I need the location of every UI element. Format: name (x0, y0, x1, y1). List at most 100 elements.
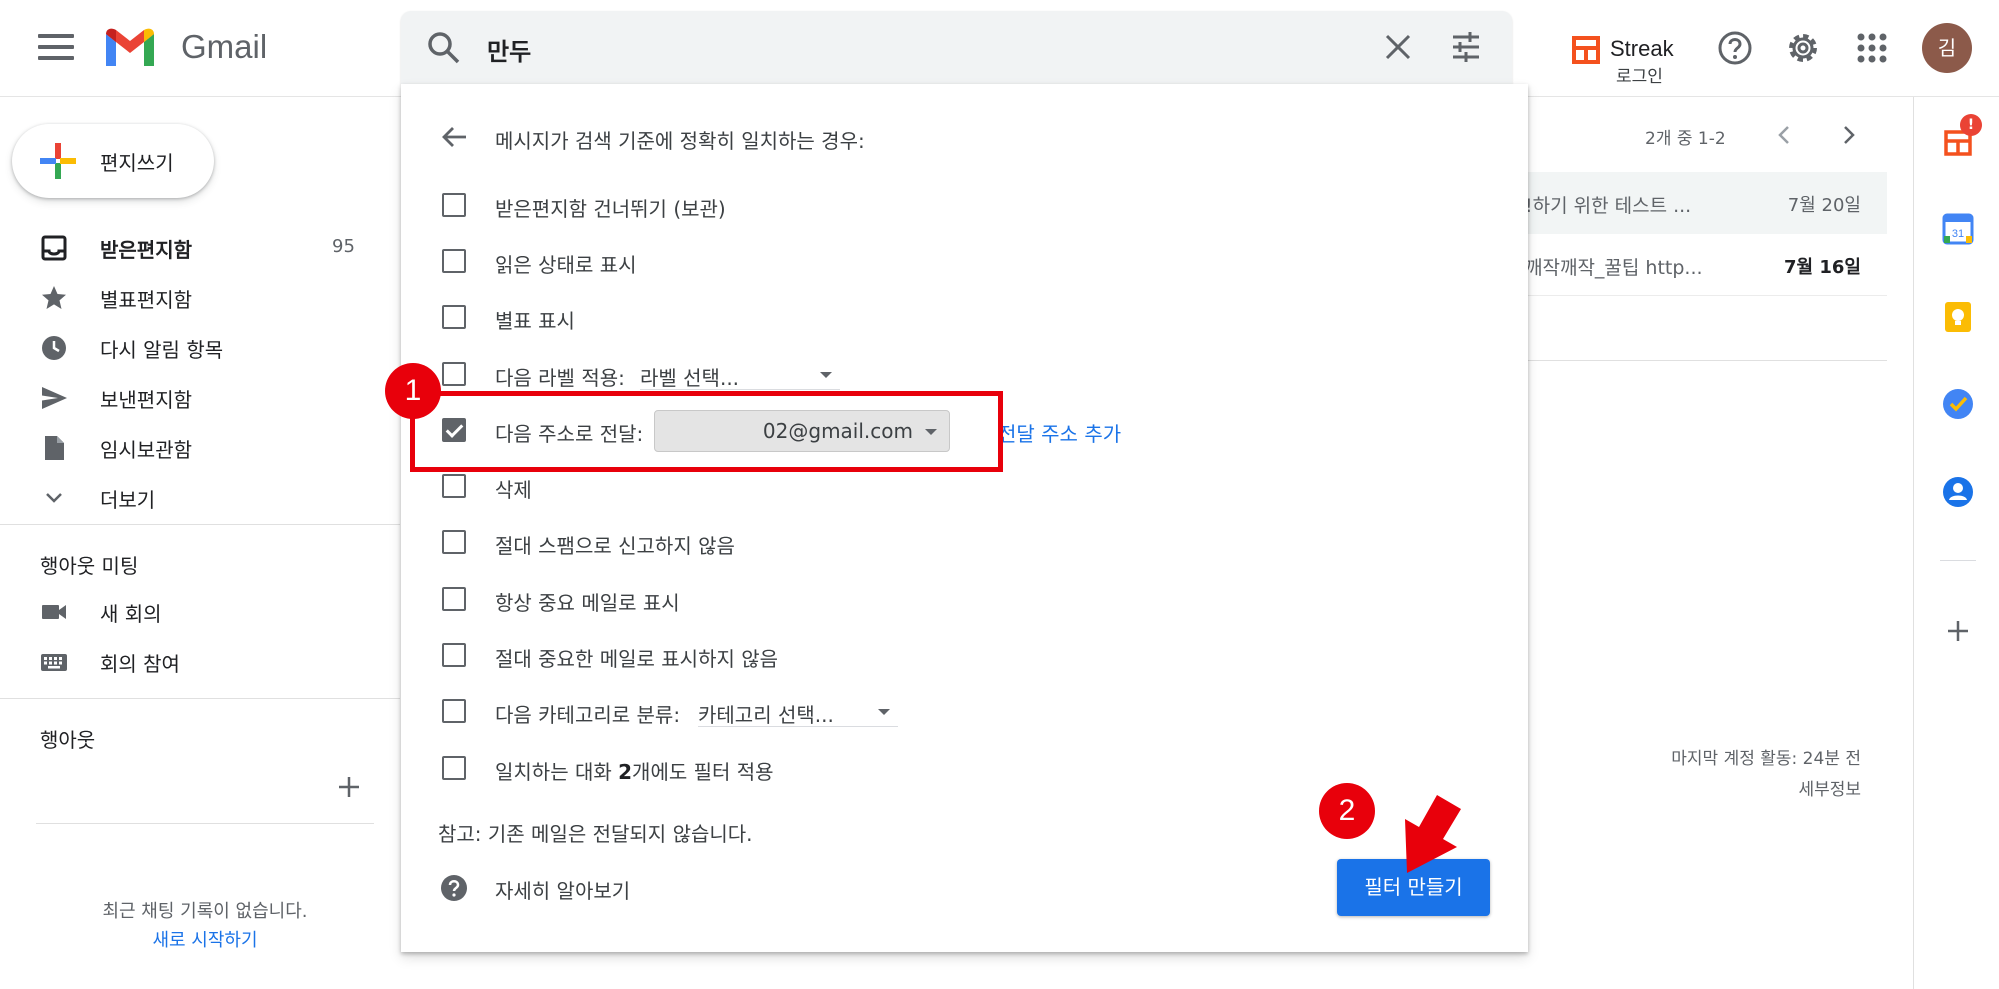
calendar-icon[interactable]: 31 (1940, 211, 1976, 247)
gmail-logo-icon[interactable] (102, 24, 158, 70)
skip-inbox-checkbox[interactable] (442, 193, 466, 217)
always-important-checkbox[interactable] (442, 587, 466, 611)
streak-logo-icon (1572, 36, 1600, 64)
option-label: 다음 카테고리로 분류: (495, 703, 681, 727)
close-icon[interactable] (1383, 32, 1413, 62)
apply-label-checkbox[interactable] (442, 362, 466, 386)
chevron-left-icon[interactable] (1772, 122, 1798, 148)
forward-note: 참고: 기존 메일은 전달되지 않습니다. (438, 822, 753, 846)
search-icon[interactable] (426, 30, 462, 66)
pagination-label: 2개 중 1-2 (1645, 129, 1726, 149)
apps-grid-icon[interactable] (1852, 28, 1892, 68)
streak-login-button[interactable]: Streak 로그인 (1572, 30, 1682, 87)
tasks-icon[interactable] (1940, 386, 1976, 422)
matching-count: 2 (618, 760, 633, 784)
gmail-wordmark[interactable]: Gmail (181, 28, 267, 66)
label-select[interactable]: 라벨 선택... (640, 360, 840, 390)
compose-button[interactable]: 편지쓰기 (12, 124, 214, 198)
help-icon (441, 875, 467, 901)
table-row[interactable]: 깨작깨작_꿀팁 http... 7월 16일 (1525, 234, 1887, 296)
table-row[interactable]: !하기 위한 테스트 ... 7월 20일 (1525, 172, 1887, 234)
option-mark-read[interactable]: 읽은 상태로 표시 (440, 241, 1140, 281)
add-addon-icon[interactable] (1944, 617, 1972, 645)
mail-snippet: 깨작깨작_꿀팁 http... (1525, 257, 1703, 279)
step-badge-1: 1 (385, 363, 441, 419)
option-label: 절대 중요한 메일로 표시하지 않음 (495, 647, 779, 671)
search-bar[interactable] (401, 11, 1512, 85)
details-link[interactable]: 세부정보 (1798, 775, 1861, 800)
dropdown-caret-icon (820, 372, 832, 378)
svg-text:31: 31 (1952, 228, 1964, 240)
sidebar-item-label: 보낸편지함 (100, 388, 192, 412)
sidebar-item-join-meeting[interactable]: 회의 참여 (0, 636, 400, 686)
category-select[interactable]: 카테고리 선택... (698, 697, 898, 727)
option-never-spam[interactable]: 절대 스팸으로 신고하지 않음 (440, 522, 1140, 562)
inbox-count: 95 (332, 236, 355, 257)
send-icon (42, 387, 67, 409)
mail-list-divider (1525, 360, 1887, 361)
sidebar-item-snoozed[interactable]: 다시 알림 항목 (0, 322, 400, 372)
sidebar-item-more[interactable]: 더보기 (0, 472, 400, 522)
meet-section-title: 행아웃 미팅 (40, 554, 139, 578)
delete-checkbox[interactable] (442, 474, 466, 498)
option-label: 다음 라벨 적용: (495, 366, 625, 390)
start-chat-link[interactable]: 새로 시작하기 (0, 926, 410, 952)
keep-icon[interactable] (1940, 299, 1976, 335)
add-forward-address-link[interactable]: 전달 주소 추가 (998, 418, 1121, 447)
sidebar-item-label: 별표편지함 (100, 288, 192, 312)
option-always-important[interactable]: 항상 중요 메일로 표시 (440, 579, 1140, 619)
option-label: 읽은 상태로 표시 (495, 253, 637, 277)
learn-more-link[interactable]: 자세히 알아보기 (495, 875, 630, 904)
sidebar-item-label: 회의 참여 (100, 652, 180, 676)
star-checkbox[interactable] (442, 305, 466, 329)
inbox-icon (41, 235, 67, 261)
gear-icon[interactable] (1783, 28, 1823, 68)
add-chat-icon[interactable] (335, 773, 363, 801)
categorize-checkbox[interactable] (442, 699, 466, 723)
sidebar-item-label: 임시보관함 (100, 438, 192, 462)
no-chat-message: 최근 채팅 기록이 없습니다. (102, 901, 308, 922)
star-icon (42, 286, 66, 309)
avatar[interactable]: 김 (1922, 23, 1972, 73)
never-important-checkbox[interactable] (442, 643, 466, 667)
hangouts-section-title: 행아웃 (40, 728, 96, 752)
option-star[interactable]: 별표 표시 (440, 297, 1140, 337)
mail-date: 7월 16일 (1784, 257, 1861, 278)
option-skip-inbox[interactable]: 받은편지함 건너뛰기 (보관) (440, 185, 1140, 225)
dropdown-caret-icon (878, 709, 890, 715)
never-spam-checkbox[interactable] (442, 530, 466, 554)
option-never-important[interactable]: 절대 중요한 메일로 표시하지 않음 (440, 635, 1140, 675)
clock-icon (42, 336, 66, 360)
contacts-icon[interactable] (1940, 474, 1976, 510)
option-label-post: 개에도 필터 적용 (632, 760, 774, 784)
category-select-value: 카테고리 선택... (698, 703, 834, 727)
sidebar-item-label: 새 회의 (100, 602, 162, 626)
sidebar-item-new-meeting[interactable]: 새 회의 (0, 586, 400, 636)
hangouts-divider (36, 823, 374, 824)
side-panel-divider (1940, 560, 1976, 561)
main-menu-button[interactable] (38, 34, 74, 64)
search-options-icon[interactable] (1450, 31, 1482, 63)
help-icon[interactable] (1715, 28, 1755, 68)
option-apply-label[interactable]: 다음 라벨 적용: 라벨 선택... (440, 354, 1140, 394)
draft-icon (45, 436, 64, 460)
option-label: 별표 표시 (495, 309, 575, 333)
chevron-right-icon[interactable] (1835, 122, 1861, 148)
option-apply-to-matching[interactable]: 일치하는 대화 2개에도 필터 적용 (440, 748, 1140, 788)
mark-read-checkbox[interactable] (442, 249, 466, 273)
sidebar-item-sent[interactable]: 보낸편지함 (0, 372, 400, 422)
search-input[interactable]: 만두 (487, 32, 531, 67)
option-delete[interactable]: 삭제 (440, 466, 1140, 506)
apply-matching-checkbox[interactable] (442, 756, 466, 780)
sidebar-item-inbox[interactable]: 받은편지함 95 (0, 222, 400, 272)
chevron-down-icon (46, 493, 62, 503)
filter-panel-title: 메시지가 검색 기준에 정확히 일치하는 경우: (495, 129, 865, 153)
sidebar-item-starred[interactable]: 별표편지함 (0, 272, 400, 322)
sidebar-item-label: 다시 알림 항목 (100, 338, 224, 362)
option-label: 삭제 (495, 478, 532, 502)
notification-badge: ! (1960, 114, 1982, 136)
highlight-box (410, 391, 1003, 472)
sidebar-item-drafts[interactable]: 임시보관함 (0, 422, 400, 472)
back-arrow-icon[interactable] (440, 124, 470, 150)
option-categorize[interactable]: 다음 카테고리로 분류: 카테고리 선택... (440, 691, 1140, 731)
